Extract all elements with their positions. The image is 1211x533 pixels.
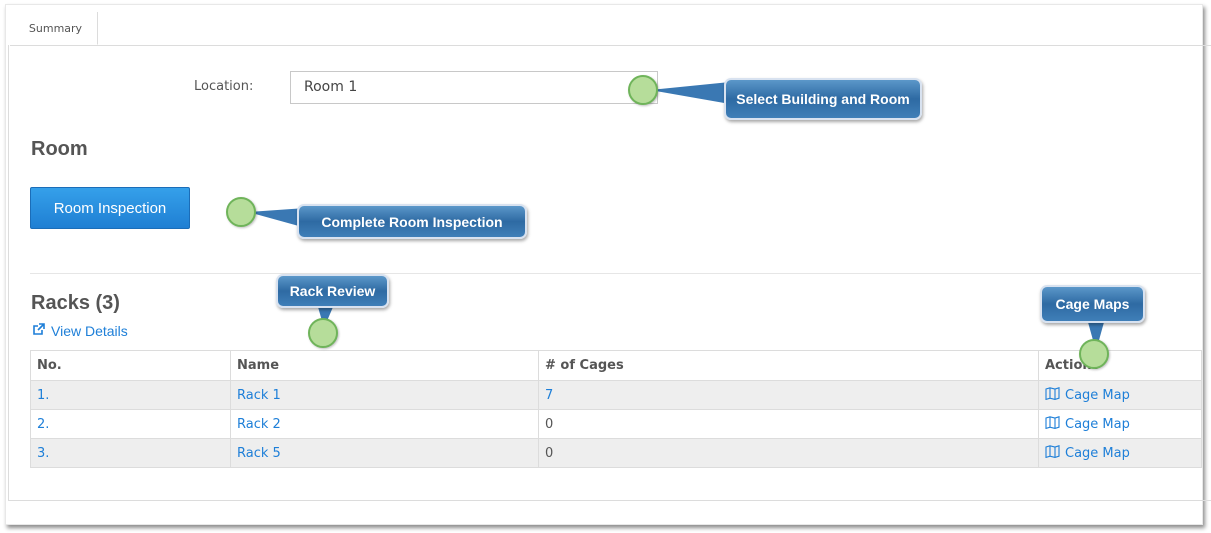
room-heading: Room — [31, 138, 88, 160]
section-divider — [30, 273, 1201, 274]
view-details-link[interactable]: View Details — [32, 323, 128, 339]
tab-summary[interactable]: Summary — [14, 12, 98, 45]
cage-count-link[interactable]: 7 — [538, 380, 1039, 410]
table-row: 1. Rack 1 7 Cage Map — [30, 380, 1202, 410]
cage-map-label: Cage Map — [1065, 416, 1130, 432]
view-details-label: View Details — [51, 323, 128, 339]
map-icon — [1045, 386, 1060, 404]
room-inspection-button[interactable]: Room Inspection — [30, 187, 190, 229]
callout-room-inspection: Complete Room Inspection — [297, 204, 527, 239]
rack-no-link[interactable]: 3. — [30, 438, 231, 468]
table-row: 2. Rack 2 0 Cage Map — [30, 409, 1202, 439]
column-header-name[interactable]: Name — [230, 350, 539, 381]
callout-marker — [628, 75, 658, 105]
callout-marker — [226, 197, 256, 227]
cage-count: 0 — [538, 409, 1039, 439]
callout-rack-review: Rack Review — [276, 274, 389, 308]
rack-name-link[interactable]: Rack 2 — [230, 409, 539, 439]
cage-count: 0 — [538, 438, 1039, 468]
racks-table: No. Name # of Cages Actions 1. Rack 1 7 … — [30, 350, 1202, 468]
rack-name-link[interactable]: Rack 5 — [230, 438, 539, 468]
map-icon — [1045, 415, 1060, 433]
rack-name-link[interactable]: Rack 1 — [230, 380, 539, 410]
external-link-icon — [32, 323, 45, 339]
location-input[interactable]: Room 1 — [290, 71, 658, 104]
callout-marker — [1079, 339, 1109, 369]
actions-cell: Cage Map — [1038, 380, 1202, 410]
rack-no-link[interactable]: 2. — [30, 409, 231, 439]
map-icon — [1045, 444, 1060, 462]
callout-marker — [308, 318, 338, 348]
actions-cell: Cage Map — [1038, 409, 1202, 439]
cage-map-label: Cage Map — [1065, 387, 1130, 403]
rack-no-link[interactable]: 1. — [30, 380, 231, 410]
actions-cell: Cage Map — [1038, 438, 1202, 468]
racks-heading: Racks (3) — [31, 292, 120, 314]
cage-map-link[interactable]: Cage Map — [1045, 415, 1195, 433]
callout-cage-maps: Cage Maps — [1040, 285, 1145, 323]
callout-select-building: Select Building and Room — [724, 78, 922, 120]
table-row: 3. Rack 5 0 Cage Map — [30, 438, 1202, 468]
column-header-actions: Actions — [1038, 350, 1202, 381]
column-header-cages[interactable]: # of Cages — [538, 350, 1039, 381]
cage-map-link[interactable]: Cage Map — [1045, 386, 1195, 404]
table-header-row: No. Name # of Cages Actions — [30, 350, 1202, 381]
cage-map-link[interactable]: Cage Map — [1045, 444, 1195, 462]
tab-bar: Summary — [10, 12, 1211, 46]
location-label: Location: — [194, 79, 254, 94]
cage-map-label: Cage Map — [1065, 445, 1130, 461]
column-header-no[interactable]: No. — [30, 350, 231, 381]
